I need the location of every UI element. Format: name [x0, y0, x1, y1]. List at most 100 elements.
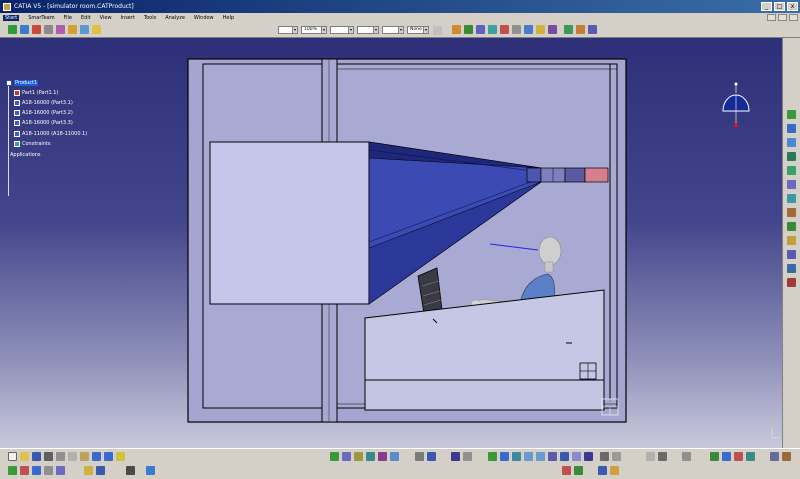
sectioning-icon[interactable] — [734, 452, 743, 461]
rule-icon[interactable] — [536, 25, 545, 34]
update-icon[interactable] — [787, 208, 796, 217]
hide-show-icon[interactable] — [451, 452, 460, 461]
constraint-angle-icon[interactable] — [598, 466, 607, 475]
projector-lens[interactable] — [526, 167, 542, 183]
clash-icon[interactable] — [56, 25, 65, 34]
catalog-icon[interactable] — [452, 25, 461, 34]
tree-node-a18-11000[interactable]: A18-11000 (A18-11000.1) — [14, 130, 87, 137]
distance-icon[interactable] — [746, 452, 755, 461]
contact-icon[interactable] — [787, 236, 796, 245]
load-icon[interactable] — [44, 466, 53, 475]
zoom-in-icon[interactable] — [524, 452, 533, 461]
tree-node-product1[interactable]: Product1 — [6, 79, 39, 86]
table-icon[interactable] — [682, 452, 691, 461]
move-icon[interactable] — [8, 25, 17, 34]
export-icon[interactable] — [782, 452, 791, 461]
explode-icon[interactable] — [32, 25, 41, 34]
save-icon[interactable] — [32, 452, 41, 461]
redo-icon[interactable] — [104, 452, 113, 461]
whats-this-icon[interactable] — [116, 452, 125, 461]
copy-icon[interactable] — [68, 452, 77, 461]
fly-mode-icon[interactable] — [330, 452, 339, 461]
print-icon[interactable] — [44, 452, 53, 461]
measure-icon[interactable] — [80, 25, 89, 34]
manikin-head[interactable] — [538, 236, 562, 266]
stopwatch-icon[interactable] — [126, 466, 135, 475]
point-symbol-combo[interactable]: ▾ — [382, 26, 404, 34]
menu-file[interactable]: File — [64, 15, 72, 21]
space-analysis-icon[interactable] — [710, 452, 719, 461]
walk-icon[interactable] — [342, 452, 351, 461]
zoom-out-icon[interactable] — [536, 452, 545, 461]
check-icon[interactable] — [548, 25, 557, 34]
bom-icon[interactable] — [770, 452, 779, 461]
design-table-icon[interactable] — [512, 25, 521, 34]
parameters-icon[interactable] — [464, 25, 473, 34]
existing-component-icon[interactable] — [787, 124, 796, 133]
doc-minimize-button[interactable] — [767, 14, 776, 21]
annotation-icon[interactable] — [92, 25, 101, 34]
maximize-button[interactable]: □ — [774, 2, 785, 11]
constraint-contact-icon[interactable] — [610, 466, 619, 475]
fix-icon[interactable] — [787, 278, 796, 287]
menu-window[interactable]: Window — [194, 15, 214, 21]
menu-help[interactable]: Help — [223, 15, 234, 21]
swap-visible-icon[interactable] — [463, 452, 472, 461]
multi-view-icon[interactable] — [560, 452, 569, 461]
cut-icon[interactable] — [56, 452, 65, 461]
smart-move-icon[interactable] — [787, 194, 796, 203]
reaction-icon[interactable] — [524, 25, 533, 34]
fit-all-icon[interactable] — [488, 452, 497, 461]
camera-icon[interactable] — [588, 25, 597, 34]
scene-icon[interactable] — [576, 25, 585, 34]
menu-start[interactable]: Start — [3, 14, 20, 21]
tree-node-part1[interactable]: Part1 (Part1.1) — [14, 89, 58, 96]
constraint-fix-icon[interactable] — [562, 466, 571, 475]
3d-viewport[interactable] — [0, 38, 782, 448]
tree-node-part3-3[interactable]: A18-16000 (Part3.3) — [14, 119, 73, 126]
enhanced-scene-icon[interactable] — [96, 466, 105, 475]
snap-icon[interactable] — [20, 25, 29, 34]
layer-combo[interactable]: None ▾ — [407, 26, 429, 34]
tree-node-constraints[interactable]: Constraints — [14, 140, 51, 147]
tree-node-part3-2[interactable]: A18-16000 (Part3.2) — [14, 109, 73, 116]
projection-screen[interactable] — [209, 141, 370, 305]
turn-head-icon[interactable] — [354, 452, 363, 461]
menu-analyze[interactable]: Analyze — [165, 15, 185, 21]
measure-between-icon[interactable] — [646, 452, 655, 461]
section-icon[interactable] — [68, 25, 77, 34]
menu-smarteam[interactable]: SmarTeam — [28, 15, 54, 21]
open-icon[interactable] — [20, 452, 29, 461]
transparency-combo[interactable]: 100% ▾ — [301, 26, 327, 34]
menu-edit[interactable]: Edit — [81, 15, 91, 21]
new-icon[interactable] — [8, 452, 17, 461]
isometric-icon[interactable] — [572, 452, 581, 461]
visualization-mode-icon[interactable] — [32, 466, 41, 475]
pan-icon[interactable] — [500, 452, 509, 461]
minimize-button[interactable]: _ — [761, 2, 772, 11]
angle-icon[interactable] — [787, 264, 796, 273]
manipulate-icon[interactable] — [44, 25, 53, 34]
decelerate-icon[interactable] — [378, 452, 387, 461]
magnifier-icon[interactable] — [415, 452, 424, 461]
normal-view-icon[interactable] — [427, 452, 436, 461]
catalog-browser-icon[interactable] — [8, 466, 17, 475]
new-component-icon[interactable] — [787, 110, 796, 119]
menu-insert[interactable]: Insert — [121, 15, 135, 21]
unload-icon[interactable] — [56, 466, 65, 475]
close-button[interactable]: x — [787, 2, 798, 11]
perspective-icon[interactable] — [600, 452, 609, 461]
replace-component-icon[interactable] — [787, 138, 796, 147]
accelerate-icon[interactable] — [366, 452, 375, 461]
workbench-icon[interactable] — [146, 466, 155, 475]
format-painter-icon[interactable] — [433, 26, 442, 35]
measure-item-icon[interactable] — [658, 452, 667, 461]
scenes-icon[interactable] — [84, 466, 93, 475]
formula-icon[interactable] — [476, 25, 485, 34]
design-mode-icon[interactable] — [20, 466, 29, 475]
menu-view[interactable]: View — [100, 15, 112, 21]
shading-icon[interactable] — [584, 452, 593, 461]
normal-icon[interactable] — [548, 452, 557, 461]
line-type-combo[interactable]: ▾ — [357, 26, 379, 34]
collision-icon[interactable] — [390, 452, 399, 461]
